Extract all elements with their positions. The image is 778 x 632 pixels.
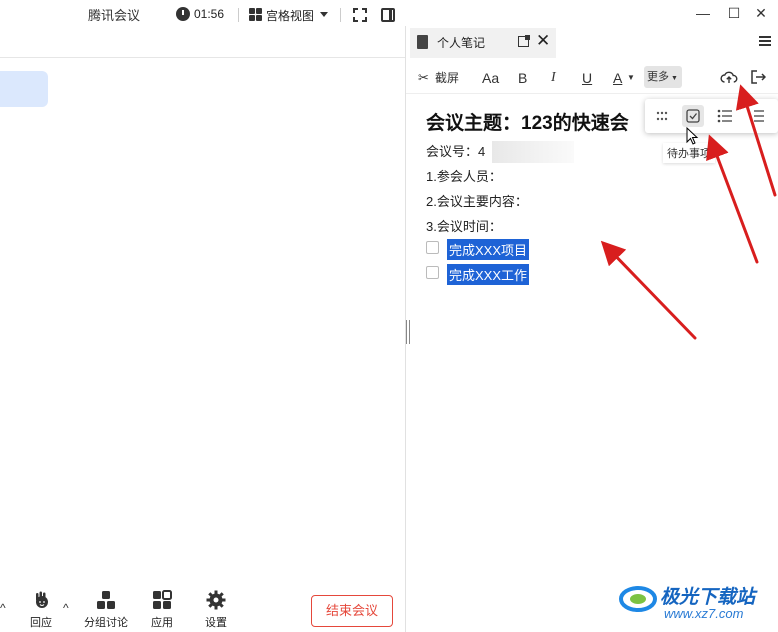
chevron-down-icon[interactable] bbox=[320, 12, 328, 17]
underline-button[interactable]: U bbox=[582, 68, 592, 88]
meeting-id-line[interactable]: 会议号：4 bbox=[426, 141, 485, 160]
todo-text[interactable]: 完成XXX工作 bbox=[447, 264, 530, 285]
meeting-timer: 01:56 bbox=[194, 7, 225, 21]
raise-hand-icon bbox=[36, 591, 48, 608]
breakout-rooms-icon bbox=[97, 591, 115, 609]
clock-icon bbox=[176, 7, 190, 21]
video-tile[interactable] bbox=[0, 71, 48, 107]
reaction-label: 回应 bbox=[30, 617, 52, 629]
divider bbox=[340, 8, 341, 22]
mouse-cursor-icon bbox=[686, 127, 699, 145]
end-meeting-button[interactable]: 结束会议 bbox=[311, 595, 393, 627]
font-size-button[interactable]: Aa bbox=[482, 68, 499, 88]
watermark-url: www.xz7.com bbox=[664, 606, 744, 621]
numbered-list-icon[interactable] bbox=[746, 105, 768, 127]
popout-icon[interactable] bbox=[518, 35, 530, 47]
todo-checkbox-icon[interactable] bbox=[682, 105, 704, 127]
bold-button[interactable]: B bbox=[518, 68, 527, 88]
app-title: 腾讯会议 bbox=[88, 8, 141, 23]
settings-gear-icon bbox=[206, 590, 226, 610]
side-panel-toggle-icon[interactable] bbox=[381, 8, 395, 22]
drag-handle[interactable] bbox=[406, 320, 410, 344]
chevron-down-icon: ▼ bbox=[669, 75, 678, 82]
notes-tab-title: 个人笔记 bbox=[437, 36, 486, 50]
minimize-icon[interactable]: — bbox=[693, 3, 713, 23]
fullscreen-icon[interactable] bbox=[353, 8, 367, 22]
screenshot-button[interactable]: 截屏 bbox=[435, 68, 459, 88]
note-line[interactable]: 2.会议主要内容： bbox=[426, 191, 528, 210]
breakout-rooms-label: 分组讨论 bbox=[84, 617, 128, 629]
red-arrow bbox=[706, 134, 759, 264]
export-icon[interactable] bbox=[750, 69, 766, 85]
todo-checkbox[interactable] bbox=[426, 266, 439, 279]
grid-view-icon[interactable] bbox=[249, 8, 262, 21]
note-line[interactable]: 3.会议时间： bbox=[426, 216, 502, 235]
chevron-down-icon[interactable]: ▼ bbox=[627, 68, 635, 88]
breakout-rooms-button[interactable]: 分组讨论 bbox=[84, 590, 128, 630]
cloud-upload-icon[interactable] bbox=[720, 70, 738, 84]
close-window-icon[interactable]: ✕ bbox=[751, 3, 771, 23]
drag-dots-icon[interactable] bbox=[651, 105, 673, 127]
note-heading[interactable]: 会议主题：123的快速会 bbox=[426, 108, 629, 135]
more-button[interactable]: 更多 ▼ bbox=[644, 66, 682, 88]
bullet-list-icon[interactable] bbox=[714, 105, 736, 127]
apps-button[interactable]: 应用 bbox=[140, 590, 184, 630]
more-menu-popup bbox=[645, 99, 778, 133]
note-line[interactable]: 1.参会人员： bbox=[426, 166, 502, 185]
settings-label: 设置 bbox=[205, 617, 227, 629]
italic-button[interactable]: I bbox=[551, 68, 556, 88]
maximize-icon[interactable]: ☐ bbox=[724, 3, 744, 23]
todo-checkbox[interactable] bbox=[426, 241, 439, 254]
chevron-up-icon[interactable]: ^ bbox=[0, 601, 6, 615]
close-icon[interactable]: ✕ bbox=[536, 31, 550, 51]
apps-icon bbox=[153, 590, 172, 609]
red-arrow bbox=[600, 240, 697, 340]
menu-icon[interactable] bbox=[759, 36, 771, 46]
watermark-name: 极光下载站 bbox=[660, 587, 756, 608]
todo-text[interactable]: 完成XXX项目 bbox=[447, 239, 530, 260]
chevron-up-icon[interactable]: ^ bbox=[63, 601, 69, 615]
settings-button[interactable]: 设置 bbox=[194, 590, 238, 630]
font-color-button[interactable]: A bbox=[613, 68, 622, 88]
meeting-top-bar bbox=[0, 28, 405, 58]
more-label: 更多 bbox=[647, 71, 669, 83]
redacted-meeting-id bbox=[492, 141, 574, 163]
divider bbox=[238, 8, 239, 22]
annotation-arrows bbox=[600, 84, 777, 340]
reaction-button[interactable]: 回应 bbox=[19, 590, 63, 630]
notebook-icon bbox=[417, 35, 428, 49]
view-mode-button[interactable]: 宫格视图 bbox=[266, 7, 314, 24]
scissors-icon[interactable]: ✂ bbox=[418, 68, 429, 88]
apps-label: 应用 bbox=[151, 617, 173, 629]
watermark-logo-icon bbox=[619, 586, 657, 612]
